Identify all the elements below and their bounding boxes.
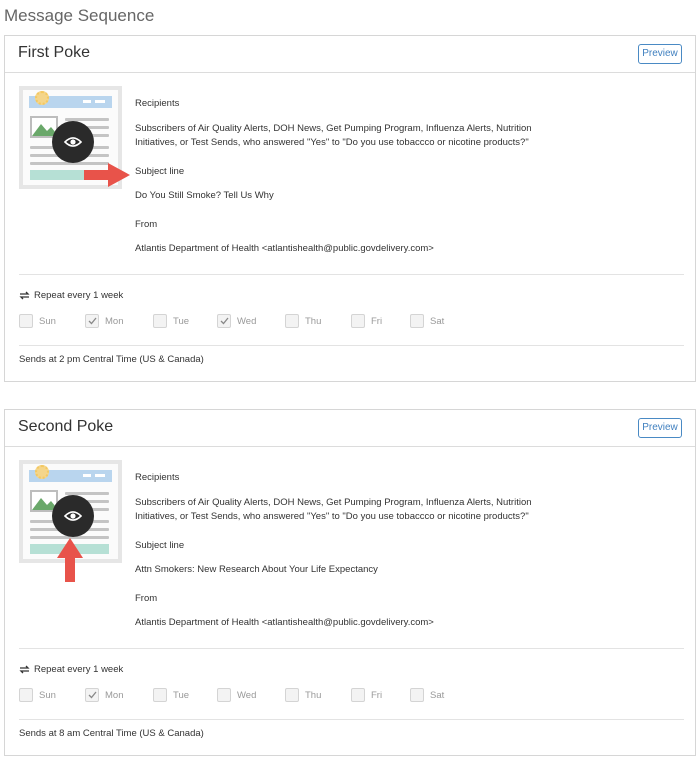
send-time: Sends at 8 am Central Time (US & Canada) <box>19 728 204 739</box>
repeat-icon <box>19 291 30 300</box>
recipients-line: Subscribers of Air Quality Alerts, DOH N… <box>135 123 532 134</box>
checkbox[interactable] <box>153 688 167 702</box>
subject-label: Subject line <box>135 540 185 551</box>
card-title: First Poke <box>18 44 91 61</box>
checkbox[interactable] <box>410 314 424 328</box>
poke-card-first: First Poke Preview Recipients Subscriber… <box>4 35 696 382</box>
day-sat[interactable]: Sat <box>410 314 444 328</box>
card-header: Second Poke Preview <box>5 410 695 447</box>
day-label: Sat <box>430 315 445 327</box>
day-label: Sun <box>39 315 56 327</box>
subject-value: Attn Smokers: New Research About Your Li… <box>135 564 378 575</box>
view-eye-button[interactable] <box>52 121 94 163</box>
checkbox[interactable] <box>217 314 231 328</box>
day-label: Tue <box>173 689 190 701</box>
divider <box>19 274 684 275</box>
day-mon[interactable]: Mon <box>85 688 123 702</box>
repeat-label: Repeat every 1 week <box>34 290 124 301</box>
recipients-value: Subscribers of Air Quality Alerts, DOH N… <box>135 122 532 150</box>
day-mon[interactable]: Mon <box>85 314 123 328</box>
day-label: Thu <box>305 315 322 327</box>
day-fri[interactable]: Fri <box>351 314 382 328</box>
day-thu[interactable]: Thu <box>285 688 321 702</box>
card-title: Second Poke <box>18 418 114 435</box>
checkbox[interactable] <box>410 688 424 702</box>
divider <box>19 345 684 346</box>
recipients-line: Subscribers of Air Quality Alerts, DOH N… <box>135 497 532 508</box>
day-sat[interactable]: Sat <box>410 688 444 702</box>
check-icon <box>220 317 229 325</box>
day-label: Fri <box>371 689 383 701</box>
day-label: Sat <box>430 689 445 701</box>
day-label: Fri <box>371 315 383 327</box>
checkbox[interactable] <box>217 688 231 702</box>
recipients-line: Initiatives, or Test Sends, who answered… <box>135 137 529 148</box>
recipients-line: Initiatives, or Test Sends, who answered… <box>135 511 529 522</box>
view-eye-button[interactable] <box>52 495 94 537</box>
from-label: From <box>135 593 158 604</box>
day-tue[interactable]: Tue <box>153 314 189 328</box>
card-header: First Poke Preview <box>5 36 695 73</box>
poke-card-second: Second Poke Preview Recipients Subscribe… <box>4 409 696 756</box>
eye-icon <box>64 511 82 521</box>
checkbox[interactable] <box>19 688 33 702</box>
day-wed[interactable]: Wed <box>217 314 256 328</box>
day-label: Sun <box>39 689 56 701</box>
day-label: Tue <box>173 315 190 327</box>
divider <box>19 719 684 720</box>
recipients-label: Recipients <box>135 472 180 483</box>
annotation-arrow-right <box>84 163 130 187</box>
checkbox[interactable] <box>85 688 99 702</box>
day-sun[interactable]: Sun <box>19 314 56 328</box>
day-label: Wed <box>237 315 257 327</box>
checkbox[interactable] <box>351 688 365 702</box>
repeat-label: Repeat every 1 week <box>34 664 124 675</box>
day-label: Wed <box>237 689 257 701</box>
divider <box>19 648 684 649</box>
page-title: Message Sequence <box>4 6 155 25</box>
day-label: Thu <box>305 689 322 701</box>
day-sun[interactable]: Sun <box>19 688 56 702</box>
subject-value: Do You Still Smoke? Tell Us Why <box>135 190 274 201</box>
recipients-label: Recipients <box>135 98 180 109</box>
checkbox[interactable] <box>153 314 167 328</box>
subject-label: Subject line <box>135 166 185 177</box>
checkbox[interactable] <box>85 314 99 328</box>
annotation-arrow-up <box>57 538 83 582</box>
from-value: Atlantis Department of Health <atlantish… <box>135 617 434 628</box>
preview-button[interactable]: Preview <box>638 44 682 64</box>
check-icon <box>88 317 97 325</box>
day-fri[interactable]: Fri <box>351 688 382 702</box>
eye-icon <box>64 137 82 147</box>
sun-icon <box>35 465 49 479</box>
from-value: Atlantis Department of Health <atlantish… <box>135 243 434 254</box>
day-label: Mon <box>105 689 124 701</box>
checkbox[interactable] <box>285 314 299 328</box>
day-thu[interactable]: Thu <box>285 314 321 328</box>
sun-icon <box>35 91 49 105</box>
repeat-setting: Repeat every 1 week <box>19 664 123 675</box>
day-label: Mon <box>105 315 124 327</box>
recipients-value: Subscribers of Air Quality Alerts, DOH N… <box>135 496 532 524</box>
checkbox[interactable] <box>19 314 33 328</box>
check-icon <box>88 691 97 699</box>
repeat-setting: Repeat every 1 week <box>19 290 123 301</box>
day-wed[interactable]: Wed <box>217 688 256 702</box>
day-tue[interactable]: Tue <box>153 688 189 702</box>
send-time: Sends at 2 pm Central Time (US & Canada) <box>19 354 204 365</box>
repeat-icon <box>19 665 30 674</box>
checkbox[interactable] <box>351 314 365 328</box>
checkbox[interactable] <box>285 688 299 702</box>
preview-button[interactable]: Preview <box>638 418 682 438</box>
from-label: From <box>135 219 158 230</box>
